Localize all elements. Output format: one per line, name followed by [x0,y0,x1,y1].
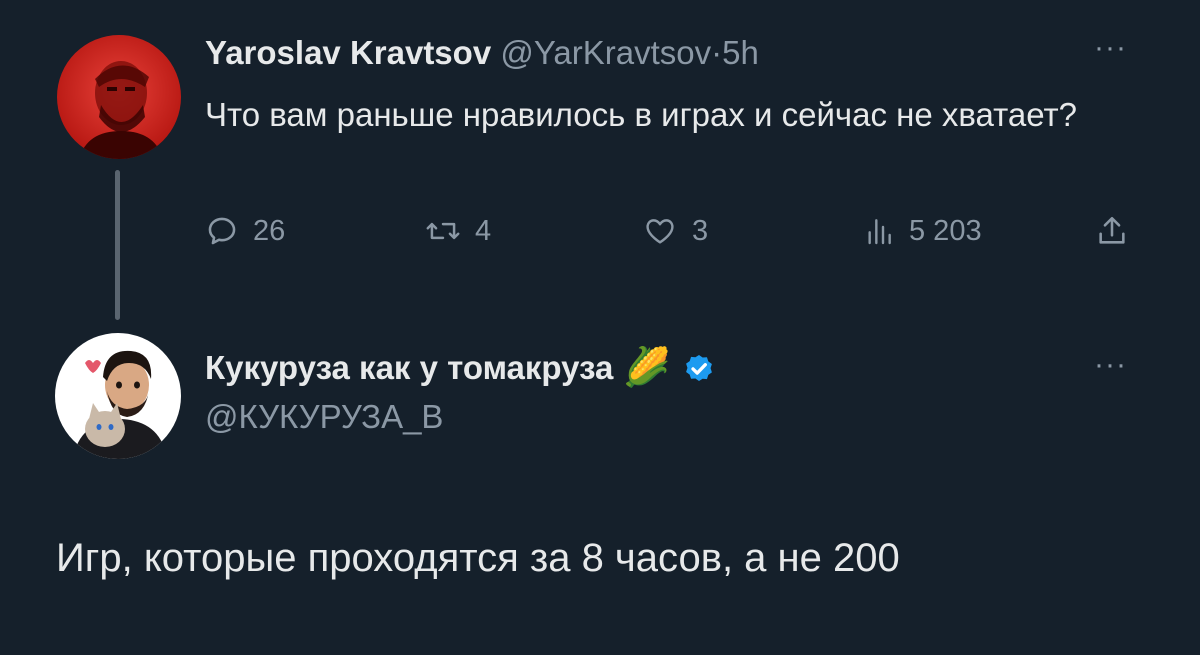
retweet-icon [426,222,460,240]
more-options-button[interactable]: ··· [1094,33,1127,63]
like-button[interactable]: 3 [642,214,708,248]
author-handle[interactable]: @YarKravtsov [500,34,711,71]
retweet-button[interactable]: 4 [425,214,491,248]
tweet-text: Что вам раньше нравилось в играх и сейча… [205,96,1077,133]
heart-icon [646,219,674,244]
tweet-actions: 26 4 3 5 203 [205,214,1145,258]
red-portrait-avatar-icon [57,35,181,159]
views-count: 5 203 [909,214,982,247]
author-handle[interactable]: @КУКУРУЗА_В [205,398,443,436]
like-count: 3 [692,214,709,247]
tweet-header: Yaroslav Kravtsov @YarKravtsov·5h [205,33,759,73]
more-options-button[interactable]: ··· [1094,350,1127,380]
tweet-text: Игр, которые проходятся за 8 часов, а не… [56,536,900,580]
reply-button[interactable]: 26 [205,214,285,248]
author-name[interactable]: Кукуруза как у томакруза [205,349,613,387]
reply-count: 26 [253,214,286,247]
tweet-header: Кукуруза как у томакруза 🌽 [205,348,717,388]
cartoon-man-with-cat-avatar-icon [55,333,181,459]
tweet-timestamp[interactable]: 5h [722,34,759,71]
reply-icon [208,217,236,245]
retweet-count: 4 [475,214,492,247]
share-icon [1099,216,1125,244]
separator-dot: · [711,34,723,71]
avatar[interactable] [55,333,181,459]
share-button[interactable] [1095,214,1129,248]
thread-connector-line [115,170,120,320]
verified-badge-icon [685,354,712,382]
views-bar-chart-icon [868,219,891,245]
avatar[interactable] [57,35,181,159]
views-button[interactable]: 5 203 [863,214,982,248]
author-name[interactable]: Yaroslav Kravtsov [205,34,491,71]
corn-emoji-icon: 🌽 [623,347,671,389]
